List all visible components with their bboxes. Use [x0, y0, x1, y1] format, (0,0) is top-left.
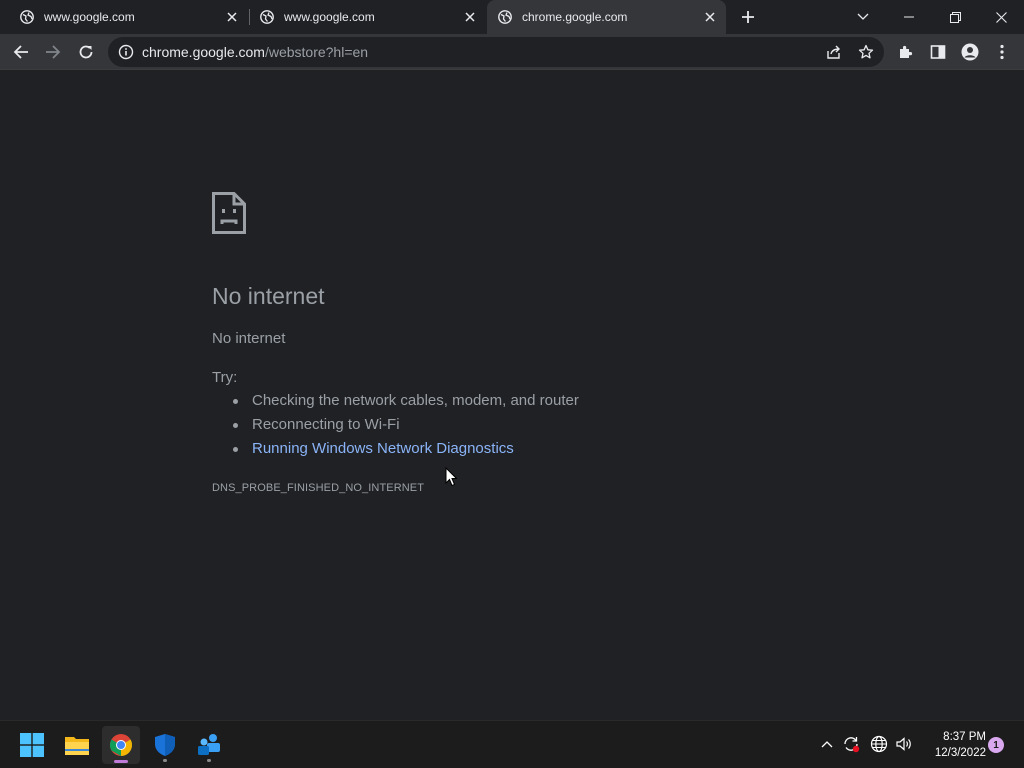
chevron-up-icon [821, 741, 833, 748]
minimize-icon [904, 16, 914, 18]
tab-search-button[interactable] [840, 0, 886, 34]
suggestion-item: Checking the network cables, modem, and … [233, 389, 579, 413]
globe-icon [498, 10, 512, 24]
running-indicator [163, 759, 167, 762]
tab-strip: www.google.com www.google.com chrome.goo… [0, 0, 1024, 34]
new-tab-button[interactable] [738, 7, 758, 27]
clock-time: 8:37 PM [943, 731, 986, 743]
globe-icon [20, 10, 34, 24]
profile-button[interactable] [957, 39, 983, 65]
close-tab-icon[interactable] [224, 9, 240, 25]
error-subtitle: No internet [212, 330, 286, 347]
taskbar: 8:37 PM 12/3/2022 1 [0, 720, 1024, 768]
windows-security-icon [155, 734, 175, 756]
error-code: DNS_PROBE_FINISHED_NO_INTERNET [212, 482, 425, 494]
sad-page-icon [212, 192, 246, 234]
sync-status-button[interactable] [840, 733, 862, 755]
arrow-left-icon [13, 45, 28, 59]
tab-title: www.google.com [284, 10, 375, 24]
suggestion-text: Reconnecting to Wi-Fi [252, 416, 400, 433]
tab-title: chrome.google.com [522, 10, 628, 24]
network-diagnostics-link[interactable]: Running Windows Network Diagnostics [252, 437, 514, 461]
reload-icon [79, 45, 93, 59]
clock[interactable]: 8:37 PM 12/3/2022 [920, 729, 986, 761]
kebab-menu-icon [1000, 44, 1004, 60]
chrome-icon [110, 734, 132, 756]
tab-2[interactable]: www.google.com [250, 0, 486, 34]
menu-button[interactable] [989, 39, 1015, 65]
suggestion-text: Checking the network cables, modem, and … [252, 392, 579, 409]
extensions-button[interactable] [893, 39, 919, 65]
error-title: No internet [212, 283, 325, 309]
plus-icon [742, 11, 754, 23]
tab-title: www.google.com [44, 10, 135, 24]
restore-button[interactable] [932, 0, 978, 34]
url-host: chrome.google.com [142, 44, 265, 60]
bullet [233, 422, 238, 428]
reload-button[interactable] [73, 39, 99, 65]
show-hidden-icons-button[interactable] [816, 733, 838, 755]
bullet [233, 398, 238, 404]
info-icon[interactable] [118, 44, 134, 60]
globe-network-icon [870, 735, 888, 753]
suggestion-item: Running Windows Network Diagnostics [233, 437, 579, 461]
chevron-down-icon [857, 13, 869, 20]
bookmark-star-icon[interactable] [856, 42, 876, 62]
bullet [233, 446, 238, 452]
suggestions-list: Checking the network cables, modem, and … [233, 389, 579, 461]
speaker-icon [896, 737, 911, 751]
file-explorer-icon [65, 737, 89, 755]
puzzle-icon [900, 45, 913, 58]
close-tab-icon[interactable] [462, 9, 478, 25]
share-icon[interactable] [824, 42, 844, 62]
url-path: /webstore?hl=en [264, 44, 369, 60]
suggestion-item: Reconnecting to Wi-Fi [233, 413, 579, 437]
notification-badge[interactable]: 1 [988, 737, 1004, 753]
network-button[interactable] [868, 733, 890, 755]
windows-security-button[interactable] [146, 726, 184, 764]
back-button[interactable] [8, 39, 34, 65]
close-tab-icon[interactable] [702, 9, 718, 25]
avatar-icon [961, 43, 979, 61]
teams-icon [198, 734, 220, 755]
active-indicator [114, 760, 128, 763]
minimize-button[interactable] [886, 0, 932, 34]
arrow-right-icon [46, 45, 61, 59]
running-indicator [207, 759, 211, 762]
omnibox[interactable]: chrome.google.com/webstore?hl=en [108, 37, 884, 67]
tab-3-active[interactable]: chrome.google.com [487, 0, 726, 34]
start-button[interactable] [13, 726, 51, 764]
try-label: Try: [212, 369, 238, 386]
close-icon [995, 11, 1007, 23]
start-icon [20, 733, 44, 757]
file-explorer-button[interactable] [58, 726, 96, 764]
restore-icon [949, 11, 961, 23]
browser-toolbar: chrome.google.com/webstore?hl=en [0, 34, 1024, 70]
tab-1[interactable]: www.google.com [0, 0, 248, 34]
close-window-button[interactable] [978, 0, 1024, 34]
chrome-button[interactable] [102, 726, 140, 764]
teams-button[interactable] [190, 726, 228, 764]
url-text[interactable]: chrome.google.com/webstore?hl=en [142, 44, 368, 60]
volume-button[interactable] [893, 733, 915, 755]
sync-icon [844, 737, 860, 753]
clock-date: 12/3/2022 [934, 747, 986, 759]
side-panel-button[interactable] [925, 39, 951, 65]
side-panel-icon [930, 45, 946, 59]
globe-icon [260, 10, 274, 24]
forward-button[interactable] [40, 39, 66, 65]
mouse-cursor-icon [445, 467, 457, 487]
